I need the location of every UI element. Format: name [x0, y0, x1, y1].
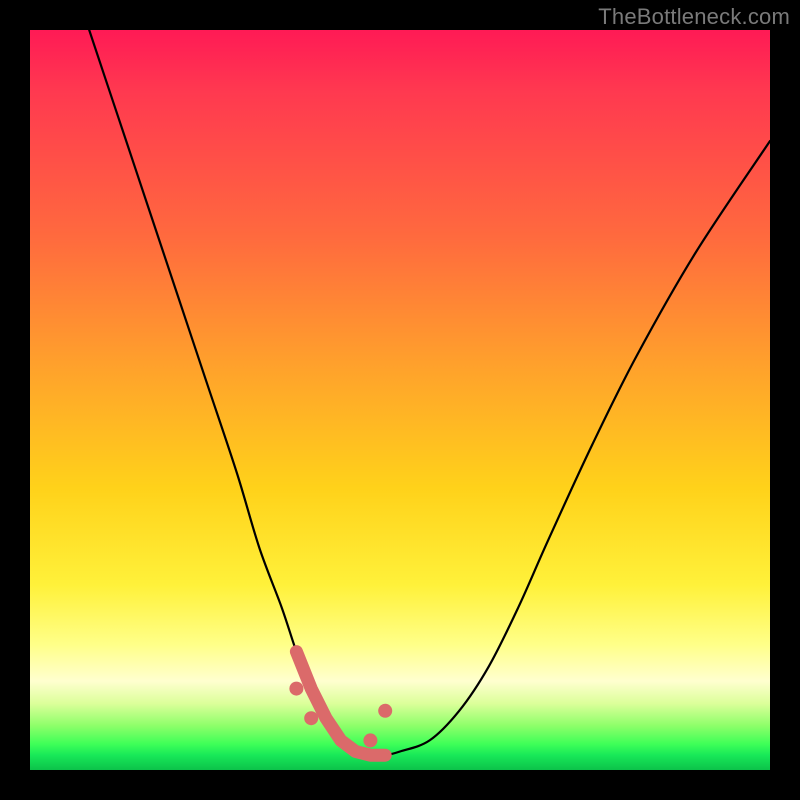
chart-frame: TheBottleneck.com [0, 0, 800, 800]
pink-marker-cluster [289, 652, 392, 756]
watermark-text: TheBottleneck.com [598, 4, 790, 30]
chart-plot-area [30, 30, 770, 770]
bottleneck-curve [89, 30, 770, 756]
chart-svg [30, 30, 770, 770]
